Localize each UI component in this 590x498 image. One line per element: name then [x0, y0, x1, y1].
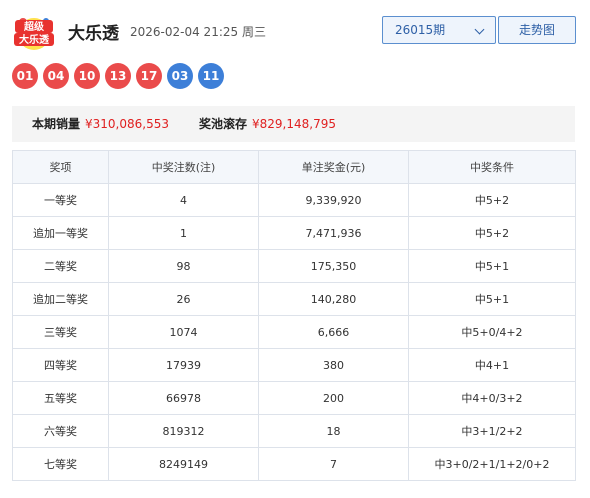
front-ball: 10: [74, 63, 100, 89]
prize-amount: 7: [258, 447, 409, 481]
winner-count: 1074: [108, 315, 259, 349]
winning-numbers: 01 04 10 13 17 03 11: [12, 63, 224, 89]
draw-time: 2026-02-04 21:25 周三: [130, 25, 266, 39]
winner-count: 819312: [108, 414, 259, 448]
column-header: 单注奖金(元): [258, 150, 409, 184]
table-row: 四等奖 17939 380 中4+1: [12, 348, 576, 382]
prize-level: 追加一等奖: [12, 216, 109, 250]
sales-value: ¥310,086,553: [85, 117, 169, 131]
prize-amount: 140,280: [258, 282, 409, 316]
logo-text-bottom: 大乐透: [19, 33, 50, 46]
winner-count: 17939: [108, 348, 259, 382]
table-row: 七等奖 8249149 7 中3+0/2+1/1+2/0+2: [12, 447, 576, 481]
prize-level: 一等奖: [12, 183, 109, 217]
winner-count: 66978: [108, 381, 259, 415]
winner-count: 8249149: [108, 447, 259, 481]
winner-count: 1: [108, 216, 259, 250]
prize-level: 四等奖: [12, 348, 109, 382]
pool-value: ¥829,148,795: [252, 117, 336, 131]
prize-amount: 18: [258, 414, 409, 448]
win-condition: 中4+0/3+2: [408, 381, 576, 415]
table-row: 六等奖 819312 18 中3+1/2+2: [12, 414, 576, 448]
prize-table: 奖项 中奖注数(注) 单注奖金(元) 中奖条件 一等奖 4 9,339,920 …: [12, 150, 576, 481]
back-ball: 03: [167, 63, 193, 89]
table-row: 追加一等奖 1 7,471,936 中5+2: [12, 216, 576, 250]
front-ball: 13: [105, 63, 131, 89]
table-row: 二等奖 98 175,350 中5+1: [12, 249, 576, 283]
table-row: 三等奖 1074 6,666 中5+0/4+2: [12, 315, 576, 349]
prize-level: 三等奖: [12, 315, 109, 349]
logo-text-top: 超级: [23, 20, 45, 33]
period-select[interactable]: 26015期: [382, 16, 496, 44]
table-header-row: 奖项 中奖注数(注) 单注奖金(元) 中奖条件: [12, 150, 576, 184]
period-select-value: 26015期: [395, 23, 446, 37]
winner-count: 98: [108, 249, 259, 283]
win-condition: 中5+1: [408, 249, 576, 283]
front-ball: 17: [136, 63, 162, 89]
pool-label: 奖池滚存: [199, 117, 248, 131]
win-condition: 中3+0/2+1/1+2/0+2: [408, 447, 576, 481]
column-header: 奖项: [12, 150, 109, 184]
winner-count: 4: [108, 183, 259, 217]
prize-level: 七等奖: [12, 447, 109, 481]
prize-level: 五等奖: [12, 381, 109, 415]
table-row: 五等奖 66978 200 中4+0/3+2: [12, 381, 576, 415]
prize-amount: 380: [258, 348, 409, 382]
prize-amount: 7,471,936: [258, 216, 409, 250]
table-row: 追加二等奖 26 140,280 中5+1: [12, 282, 576, 316]
win-condition: 中5+2: [408, 183, 576, 217]
prize-level: 六等奖: [12, 414, 109, 448]
app-title: 大乐透: [68, 24, 119, 44]
prize-level: 二等奖: [12, 249, 109, 283]
prize-amount: 175,350: [258, 249, 409, 283]
column-header: 中奖条件: [408, 150, 576, 184]
prize-level: 追加二等奖: [12, 282, 109, 316]
prize-amount: 6,666: [258, 315, 409, 349]
table-row: 一等奖 4 9,339,920 中5+2: [12, 183, 576, 217]
sales-summary: 本期销量 ¥310,086,553 奖池滚存 ¥829,148,795: [12, 106, 575, 142]
back-ball: 11: [198, 63, 224, 89]
front-ball: 04: [43, 63, 69, 89]
win-condition: 中5+0/4+2: [408, 315, 576, 349]
win-condition: 中3+1/2+2: [408, 414, 576, 448]
win-condition: 中4+1: [408, 348, 576, 382]
front-ball: 01: [12, 63, 38, 89]
win-condition: 中5+2: [408, 216, 576, 250]
header: 超级 大乐透 大乐透 2026-02-04 21:25 周三 26015期 走势…: [12, 10, 578, 54]
prize-amount: 200: [258, 381, 409, 415]
prize-amount: 9,339,920: [258, 183, 409, 217]
winner-count: 26: [108, 282, 259, 316]
column-header: 中奖注数(注): [108, 150, 259, 184]
lottery-logo: 超级 大乐透: [14, 18, 54, 50]
sales-label: 本期销量: [32, 117, 81, 131]
trend-chart-button[interactable]: 走势图: [498, 16, 576, 44]
chevron-down-icon: [474, 24, 485, 35]
win-condition: 中5+1: [408, 282, 576, 316]
